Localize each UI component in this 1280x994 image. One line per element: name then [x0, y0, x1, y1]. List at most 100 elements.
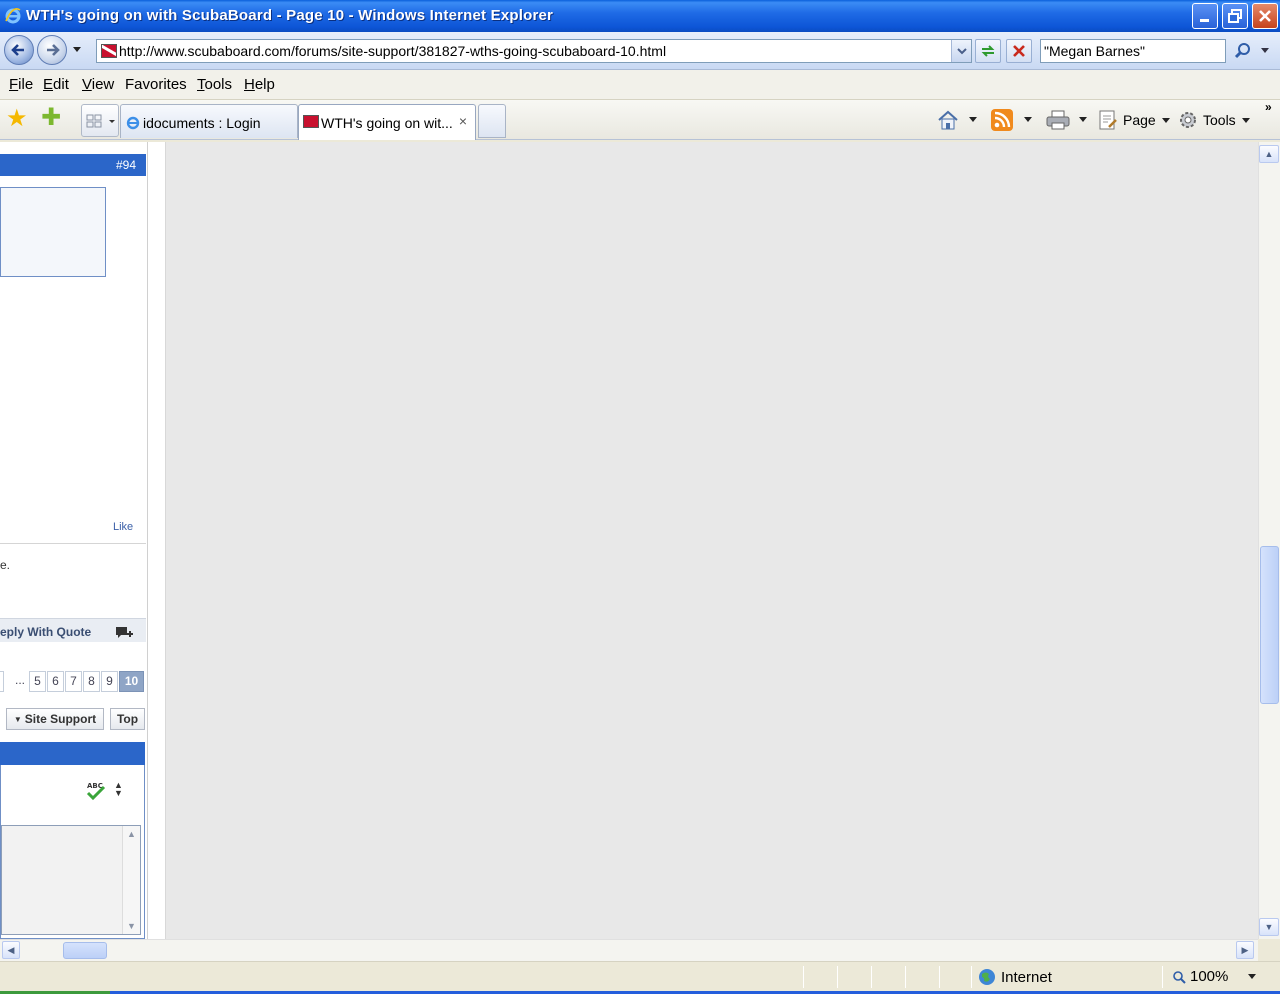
window-title-bar[interactable]: WTH's going on with ScubaBoard - Page 10… [0, 0, 1280, 32]
page-column-edge [148, 142, 166, 939]
restore-button[interactable] [1222, 3, 1248, 29]
chevron-up-icon[interactable]: ▲ [127, 829, 136, 839]
page-link-7[interactable]: 7 [65, 671, 82, 692]
menu-favorites[interactable]: Favorites [125, 76, 187, 93]
spellcheck-icon[interactable]: ABC [85, 781, 107, 801]
chevron-more-icon[interactable]: » [1265, 100, 1272, 114]
tab-label: idocuments : Login [143, 115, 261, 131]
restore-icon [1228, 9, 1242, 23]
refresh-button[interactable] [975, 39, 1001, 63]
post-number[interactable]: #94 [116, 158, 136, 172]
vertical-scroll-thumb[interactable] [1260, 546, 1279, 704]
quick-tabs-button[interactable] [81, 104, 119, 137]
menu-view[interactable]: View [82, 76, 114, 93]
printer-icon [1046, 110, 1070, 130]
home-icon [938, 110, 958, 130]
zoom-magnifier-icon [1173, 970, 1186, 984]
scubaboard-favicon [303, 115, 319, 128]
current-page: 10 [119, 671, 144, 692]
scroll-up-button[interactable]: ▲ [1259, 145, 1279, 163]
feeds-dropdown-icon[interactable] [1024, 117, 1032, 122]
zoom-control[interactable]: 100% [1172, 968, 1257, 985]
url-input[interactable] [119, 42, 945, 60]
post-text-fragment: e. [0, 558, 11, 572]
chevron-down-icon[interactable] [1248, 974, 1257, 979]
address-bar[interactable] [96, 39, 972, 63]
post-footer-bar: eply With Quote [0, 618, 146, 642]
tools-menu-label: Tools [1203, 112, 1236, 128]
scroll-left-button[interactable]: ◀ [2, 941, 20, 959]
close-button[interactable] [1252, 3, 1278, 29]
scroll-right-button[interactable]: ▶ [1236, 941, 1254, 959]
add-favorites-icon[interactable]: ✚ [41, 106, 61, 130]
search-options-dropdown-icon[interactable] [1261, 48, 1269, 53]
internet-explorer-icon [5, 8, 21, 24]
back-button[interactable] [4, 35, 34, 65]
zoom-level: 100% [1190, 968, 1229, 985]
history-dropdown-icon[interactable] [73, 47, 81, 52]
horizontal-scroll-thumb[interactable] [63, 942, 107, 959]
site-support-nav-button[interactable]: ▼ Site Support [6, 708, 104, 730]
home-button[interactable] [936, 108, 960, 132]
favorites-star-icon[interactable]: ★ [6, 107, 28, 131]
page-icon [1099, 110, 1117, 130]
url-dropdown-button[interactable] [951, 40, 971, 62]
tab-wths-going-on[interactable]: WTH's going on wit... × [298, 104, 476, 140]
stop-button[interactable] [1006, 39, 1032, 63]
page-menu-button[interactable]: Page [1097, 108, 1170, 132]
gear-icon [1180, 112, 1196, 128]
menu-file[interactable]: File [9, 76, 33, 93]
site-support-label: Site Support [24, 712, 97, 726]
scroll-down-button[interactable]: ▼ [1259, 918, 1279, 936]
search-box[interactable] [1040, 39, 1226, 63]
menu-tools[interactable]: Tools [197, 76, 232, 93]
refresh-icon [981, 45, 995, 57]
tab-close-icon[interactable]: × [459, 113, 467, 129]
textarea-scrollbar[interactable]: ▲ ▼ [122, 826, 140, 934]
divider [0, 543, 146, 544]
page-link-partial[interactable] [0, 671, 4, 692]
chevron-down-icon [957, 48, 967, 55]
page-menu-label: Page [1123, 112, 1156, 128]
page-link-6[interactable]: 6 [47, 671, 64, 692]
top-button[interactable]: Top [110, 708, 145, 730]
multiquote-icon[interactable] [114, 625, 136, 644]
feeds-button[interactable] [990, 108, 1014, 132]
page-link-5[interactable]: 5 [29, 671, 46, 692]
forum-page-visible-strip: #94 Like e. eply With Quote ... 5 6 7 8 … [0, 142, 148, 939]
magnifier-icon [1234, 43, 1250, 59]
minimize-button[interactable] [1192, 3, 1218, 29]
menu-edit[interactable]: Edit [43, 76, 69, 93]
search-input[interactable] [1041, 41, 1221, 61]
print-button[interactable] [1045, 108, 1071, 132]
web-page-viewport: #94 Like e. eply With Quote ... 5 6 7 8 … [0, 142, 1258, 939]
home-dropdown-icon[interactable] [969, 117, 977, 122]
vertical-scrollbar[interactable]: ▲ ▼ [1258, 142, 1280, 939]
triangle-down-icon: ▼ [13, 714, 22, 724]
quick-reply-textarea[interactable]: ▲ ▼ [1, 825, 141, 935]
resize-editor-icon[interactable]: ▲ ▼ [114, 781, 123, 798]
status-separator [939, 966, 940, 988]
search-button[interactable] [1230, 39, 1256, 63]
new-tab-button[interactable] [478, 104, 506, 138]
like-link[interactable]: Like [113, 521, 133, 533]
menu-help[interactable]: Help [244, 76, 275, 93]
tools-menu-button[interactable]: Tools [1177, 108, 1250, 132]
pagination-ellipsis: ... [15, 673, 26, 687]
security-zone[interactable]: Internet [978, 968, 1052, 986]
reply-with-quote-button[interactable]: eply With Quote [0, 625, 91, 639]
status-separator [803, 966, 804, 988]
rss-icon [991, 109, 1013, 131]
window-title: WTH's going on with ScubaBoard - Page 10… [26, 7, 554, 24]
chevron-down-icon[interactable]: ▼ [127, 921, 136, 931]
horizontal-scrollbar[interactable]: ◀ ▶ [0, 939, 1258, 961]
page-link-8[interactable]: 8 [83, 671, 100, 692]
tab-idocuments[interactable]: idocuments : Login [120, 104, 298, 138]
internet-explorer-icon [126, 116, 140, 130]
forward-button[interactable] [37, 35, 67, 65]
status-separator [871, 966, 872, 988]
scrollbar-corner [1258, 939, 1280, 961]
forward-arrow-icon [47, 44, 60, 56]
page-link-9[interactable]: 9 [101, 671, 118, 692]
print-dropdown-icon[interactable] [1079, 117, 1087, 122]
